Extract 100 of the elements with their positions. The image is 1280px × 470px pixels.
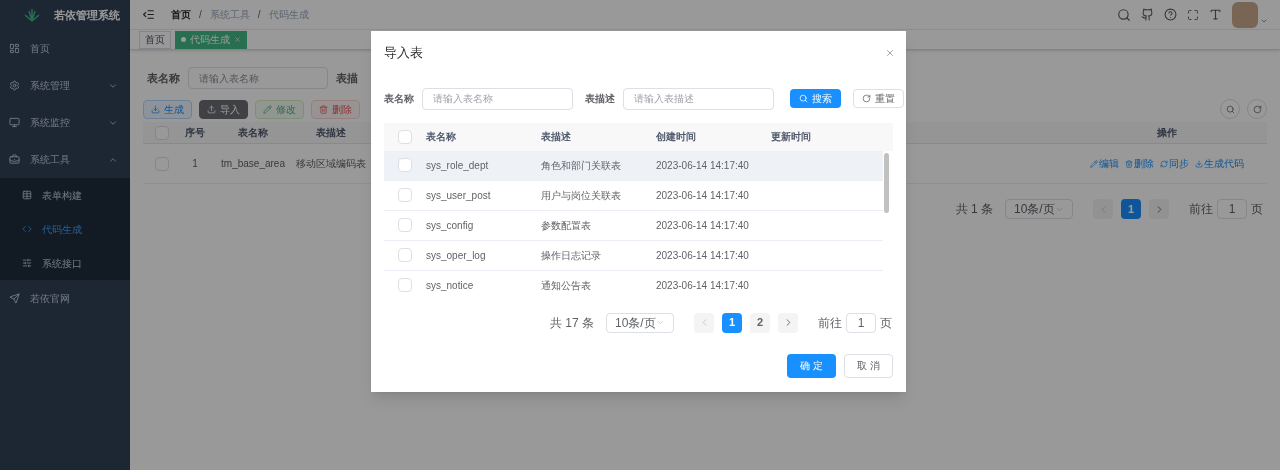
sidebar-item[interactable]: 系统工具 — [0, 141, 130, 178]
dialog-title: 导入表 — [384, 44, 423, 62]
table-cell-text: 角色和部门关联表 — [541, 158, 622, 173]
table-cell-text: 2023-06-14 14:17:40 — [656, 218, 750, 233]
column-header: 表描述 — [541, 130, 572, 144]
action-icon — [1195, 159, 1203, 168]
checkbox[interactable] — [398, 218, 412, 232]
sidebar-item[interactable]: 系统管理 — [0, 67, 130, 104]
field-label: 表描 — [336, 70, 358, 86]
breadcrumb-separator: / — [257, 8, 261, 22]
sidebar-item[interactable]: 若依官网 — [0, 280, 130, 317]
page-button[interactable]: 1 — [1121, 199, 1141, 219]
row-action-link[interactable]: 编辑 — [1099, 156, 1119, 171]
table-cell-text: 用户与岗位关联表 — [541, 188, 622, 203]
table-cell-text: 2023-06-14 14:17:40 — [656, 248, 750, 263]
breadcrumb-link[interactable]: 首页 — [171, 7, 191, 22]
next-page-button[interactable] — [1149, 199, 1169, 219]
goto-label: 前往 — [818, 314, 842, 332]
sidebar-item[interactable]: 首页 — [0, 30, 130, 67]
row-action-link[interactable]: 生成代码 — [1204, 156, 1244, 171]
column-header: 序号 — [184, 126, 206, 140]
page-unit-label: 页 — [880, 314, 892, 332]
breadcrumb-separator: / — [199, 8, 202, 22]
menu-toggle-icon[interactable] — [142, 8, 155, 21]
search-icon[interactable] — [1117, 7, 1131, 22]
checkbox[interactable] — [398, 278, 412, 292]
total-count: 共 17 条 — [550, 314, 594, 332]
column-header: 更新时间 — [771, 130, 812, 144]
tag-tab[interactable]: 首页 — [139, 30, 171, 49]
page-size-select[interactable]: 10条/页 — [606, 312, 674, 333]
table-cell-text: 参数配置表 — [541, 218, 592, 233]
column-header: 操作 — [1156, 126, 1178, 140]
page-unit-label: 页 — [1251, 201, 1263, 218]
sidebar-subitem[interactable]: 代码生成 — [0, 212, 130, 246]
search-button[interactable]: 搜索 — [790, 89, 841, 108]
avatar-photo-placeholder[interactable] — [1232, 1, 1258, 28]
sidebar-subitem[interactable]: 表单构建 — [0, 178, 130, 212]
table-cell-text: sys_notice — [426, 278, 475, 293]
field-label: 表描述 — [585, 92, 615, 106]
action-icon — [1090, 159, 1098, 168]
toolbar-button[interactable]: 生成 — [143, 99, 192, 119]
toolbar-button[interactable]: 导入 — [199, 99, 248, 119]
reset-button[interactable]: 重置 — [853, 89, 904, 108]
sidebar-subitem[interactable]: 系统接口 — [0, 246, 130, 280]
scrollbar-thumb[interactable] — [884, 152, 889, 213]
column-header: 表名称 — [237, 126, 269, 140]
field-label: 表名称 — [384, 92, 414, 106]
checkbox[interactable] — [398, 188, 412, 202]
page-size-select[interactable]: 10条/页 — [1005, 199, 1073, 219]
button-icon — [319, 104, 328, 114]
table-cell-text: 2023-06-14 14:17:40 — [656, 188, 750, 203]
help-icon[interactable] — [1164, 8, 1177, 21]
input-field[interactable]: 请输入表名称 — [188, 67, 328, 89]
button-icon — [263, 104, 272, 114]
search-icon — [799, 94, 808, 103]
field-label: 表名称 — [147, 70, 180, 86]
table-cell-text: 操作日志记录 — [541, 248, 602, 263]
row-action-link[interactable]: 同步 — [1169, 156, 1189, 171]
goto-page-field[interactable]: 1 — [1217, 199, 1247, 219]
table-cell-text: 2023-06-14 14:17:40 — [656, 158, 750, 173]
action-icon — [1160, 159, 1168, 168]
goto-page-field[interactable]: 1 — [846, 312, 876, 333]
table-cell-text: sys_config — [426, 218, 475, 233]
close-icon[interactable] — [234, 36, 241, 43]
confirm-button[interactable]: 确 定 — [787, 353, 836, 378]
button-icon — [207, 104, 216, 114]
table-cell-text: 2023-06-14 14:17:40 — [656, 278, 750, 293]
table-cell-text: sys_role_dept — [426, 158, 490, 173]
column-header: 表描述 — [315, 126, 347, 140]
page-button[interactable]: 1 — [722, 312, 742, 333]
cancel-button[interactable]: 取 消 — [844, 353, 893, 378]
row-action-link[interactable]: 删除 — [1134, 156, 1154, 171]
table-row[interactable]: sys_role_dept 角色和部门关联表 2023-06-14 14:17:40 — [384, 150, 883, 181]
column-header: 创建时间 — [656, 130, 697, 144]
table-cell-text: 通知公告表 — [541, 278, 592, 293]
github-icon[interactable] — [1141, 8, 1154, 21]
column-header: 表名称 — [426, 130, 457, 144]
close-icon[interactable] — [885, 47, 895, 58]
checkbox[interactable] — [398, 129, 412, 144]
table-cell-text: 移动区域编码表 — [296, 157, 366, 171]
button-icon — [151, 104, 160, 114]
next-page-button[interactable] — [778, 312, 798, 333]
prev-page-button[interactable] — [1093, 199, 1113, 219]
sidebar-item[interactable]: 系统监控 — [0, 104, 130, 141]
checkbox[interactable] — [398, 248, 412, 262]
checkbox[interactable] — [398, 158, 412, 172]
caret-icon — [656, 318, 665, 327]
tag-tab[interactable]: 代码生成 — [175, 30, 247, 49]
font-size-icon[interactable] — [1209, 8, 1222, 21]
input-field[interactable]: 请输入表名称 — [422, 87, 573, 110]
app-title: 若依管理系统 — [54, 7, 120, 23]
table-cell-text: tm_base_area — [220, 157, 286, 171]
fullscreen-icon[interactable] — [1187, 8, 1199, 21]
goto-label: 前往 — [1189, 201, 1213, 218]
page-button[interactable]: 2 — [750, 312, 770, 333]
input-field[interactable]: 请输入表描述 — [623, 87, 774, 110]
prev-page-button[interactable] — [694, 312, 714, 333]
total-count: 共 1 条 — [955, 201, 993, 218]
table-cell-text: sys_user_post — [426, 188, 492, 203]
refresh-icon — [862, 94, 871, 103]
